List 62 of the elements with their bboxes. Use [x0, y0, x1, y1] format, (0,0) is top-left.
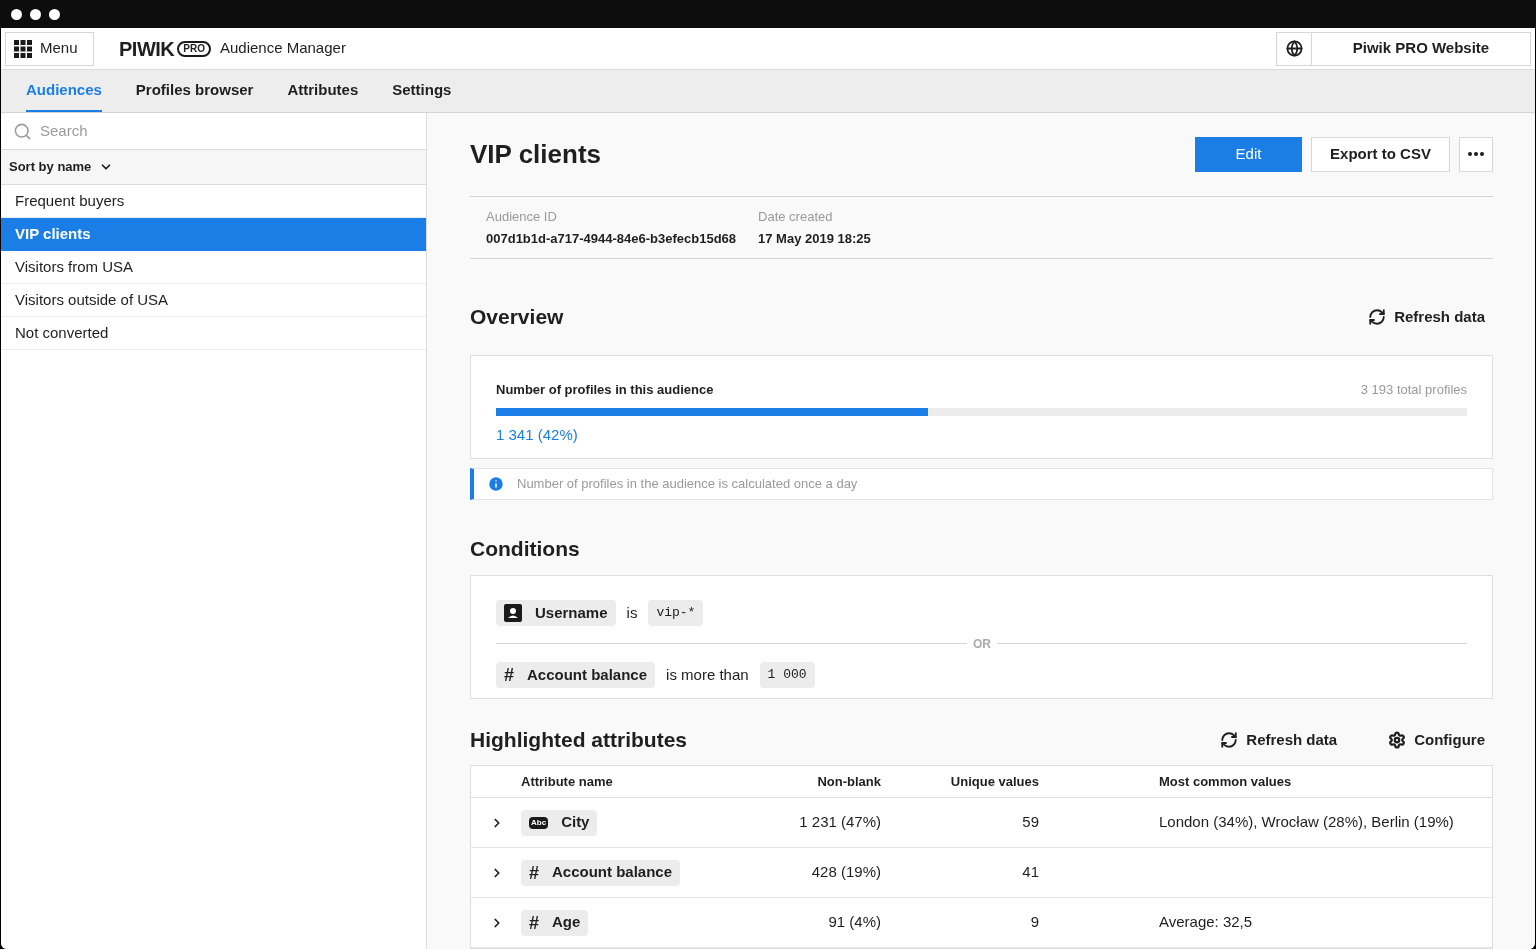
column-header: Attribute name — [521, 772, 614, 791]
table-cell-text: 428 (19%) — [810, 862, 881, 883]
column-header: Unique values — [949, 772, 1039, 791]
export-button[interactable]: Export to CSV — [1311, 136, 1450, 172]
info-text: Number of profiles in the audience is calculated once a day — [517, 475, 858, 494]
meta-label: Audience ID — [486, 207, 558, 226]
info-icon — [487, 475, 505, 494]
refresh-icon — [1368, 308, 1387, 327]
search-icon — [13, 121, 32, 141]
tab[interactable]: Settings — [392, 78, 452, 112]
hash-icon: # — [529, 863, 539, 882]
meta-label: Date created — [758, 207, 834, 226]
or-separator: OR — [972, 635, 992, 653]
table-cell-text: 9 — [1029, 912, 1039, 933]
attribute-chip: # Age — [521, 909, 589, 936]
page-title: VIP clients — [470, 137, 602, 171]
edit-button[interactable]: Edit — [1195, 136, 1302, 172]
settings-icon — [1388, 731, 1407, 750]
attribute-chip: Abc City — [521, 809, 598, 836]
table-cell-text: 41 — [1021, 862, 1039, 883]
refresh-icon — [1220, 731, 1239, 750]
column-header: Most common values — [1158, 772, 1293, 791]
tab[interactable]: Profiles browser — [135, 78, 254, 112]
more-button[interactable] — [1459, 136, 1493, 172]
tab[interactable]: Attributes — [287, 78, 359, 112]
condition-value: 1 000 — [759, 661, 815, 688]
menu-button[interactable]: Menu — [5, 31, 94, 66]
section-title: Highlighted attributes — [470, 727, 687, 754]
hash-icon: # — [504, 665, 514, 684]
operator-text: is — [625, 602, 639, 623]
table-cell-text: 59 — [1021, 812, 1039, 833]
operator-text: is more than — [665, 664, 750, 685]
attribute-chip: # Account balance — [521, 859, 681, 886]
logo-wordmark: PIWIK — [119, 36, 175, 62]
hash-icon: # — [529, 913, 539, 932]
logo-badge: PRO — [177, 40, 211, 57]
refresh-button[interactable]: Refresh data — [1220, 728, 1338, 752]
meta-value: 007d1b1d-a717-4944-84e6-b3efecb15d68 — [486, 230, 737, 249]
meta-value: 17 May 2019 18:25 — [758, 230, 871, 249]
attribute-chip: Username — [496, 599, 616, 626]
refresh-button[interactable]: Refresh data — [1368, 305, 1485, 329]
person-icon — [504, 603, 522, 622]
profile-count: 1 341 (42%) — [496, 425, 579, 446]
sort-dropdown[interactable]: Sort by name — [1, 150, 426, 185]
attribute-chip: # Account balance — [496, 661, 656, 688]
table-cell-text: 1 231 (47%) — [798, 812, 881, 833]
grid-icon — [14, 39, 32, 58]
section-title: Overview — [470, 304, 564, 331]
more-icon — [1468, 152, 1484, 157]
section-title: Conditions — [470, 536, 581, 563]
total-profiles: 3 193 total profiles — [1360, 380, 1467, 399]
search-field[interactable]: Search — [40, 119, 414, 143]
table-cell-text: 91 (4%) — [827, 912, 881, 933]
configure-button[interactable]: Configure — [1388, 728, 1485, 752]
condition-value: vip-* — [648, 599, 704, 626]
table-cell-text: Average: 32,5 — [1158, 912, 1254, 933]
app-name: Audience Manager — [219, 38, 346, 59]
card-title: Number of profiles in this audience — [496, 380, 714, 399]
audience-item[interactable]: VIP clients — [1, 218, 426, 251]
column-header: Non-blank — [816, 772, 881, 791]
text-type-icon: Abc — [529, 816, 549, 829]
table-cell-text: London (34%), Wrocław (28%), Berlin (19%) — [1158, 812, 1455, 833]
